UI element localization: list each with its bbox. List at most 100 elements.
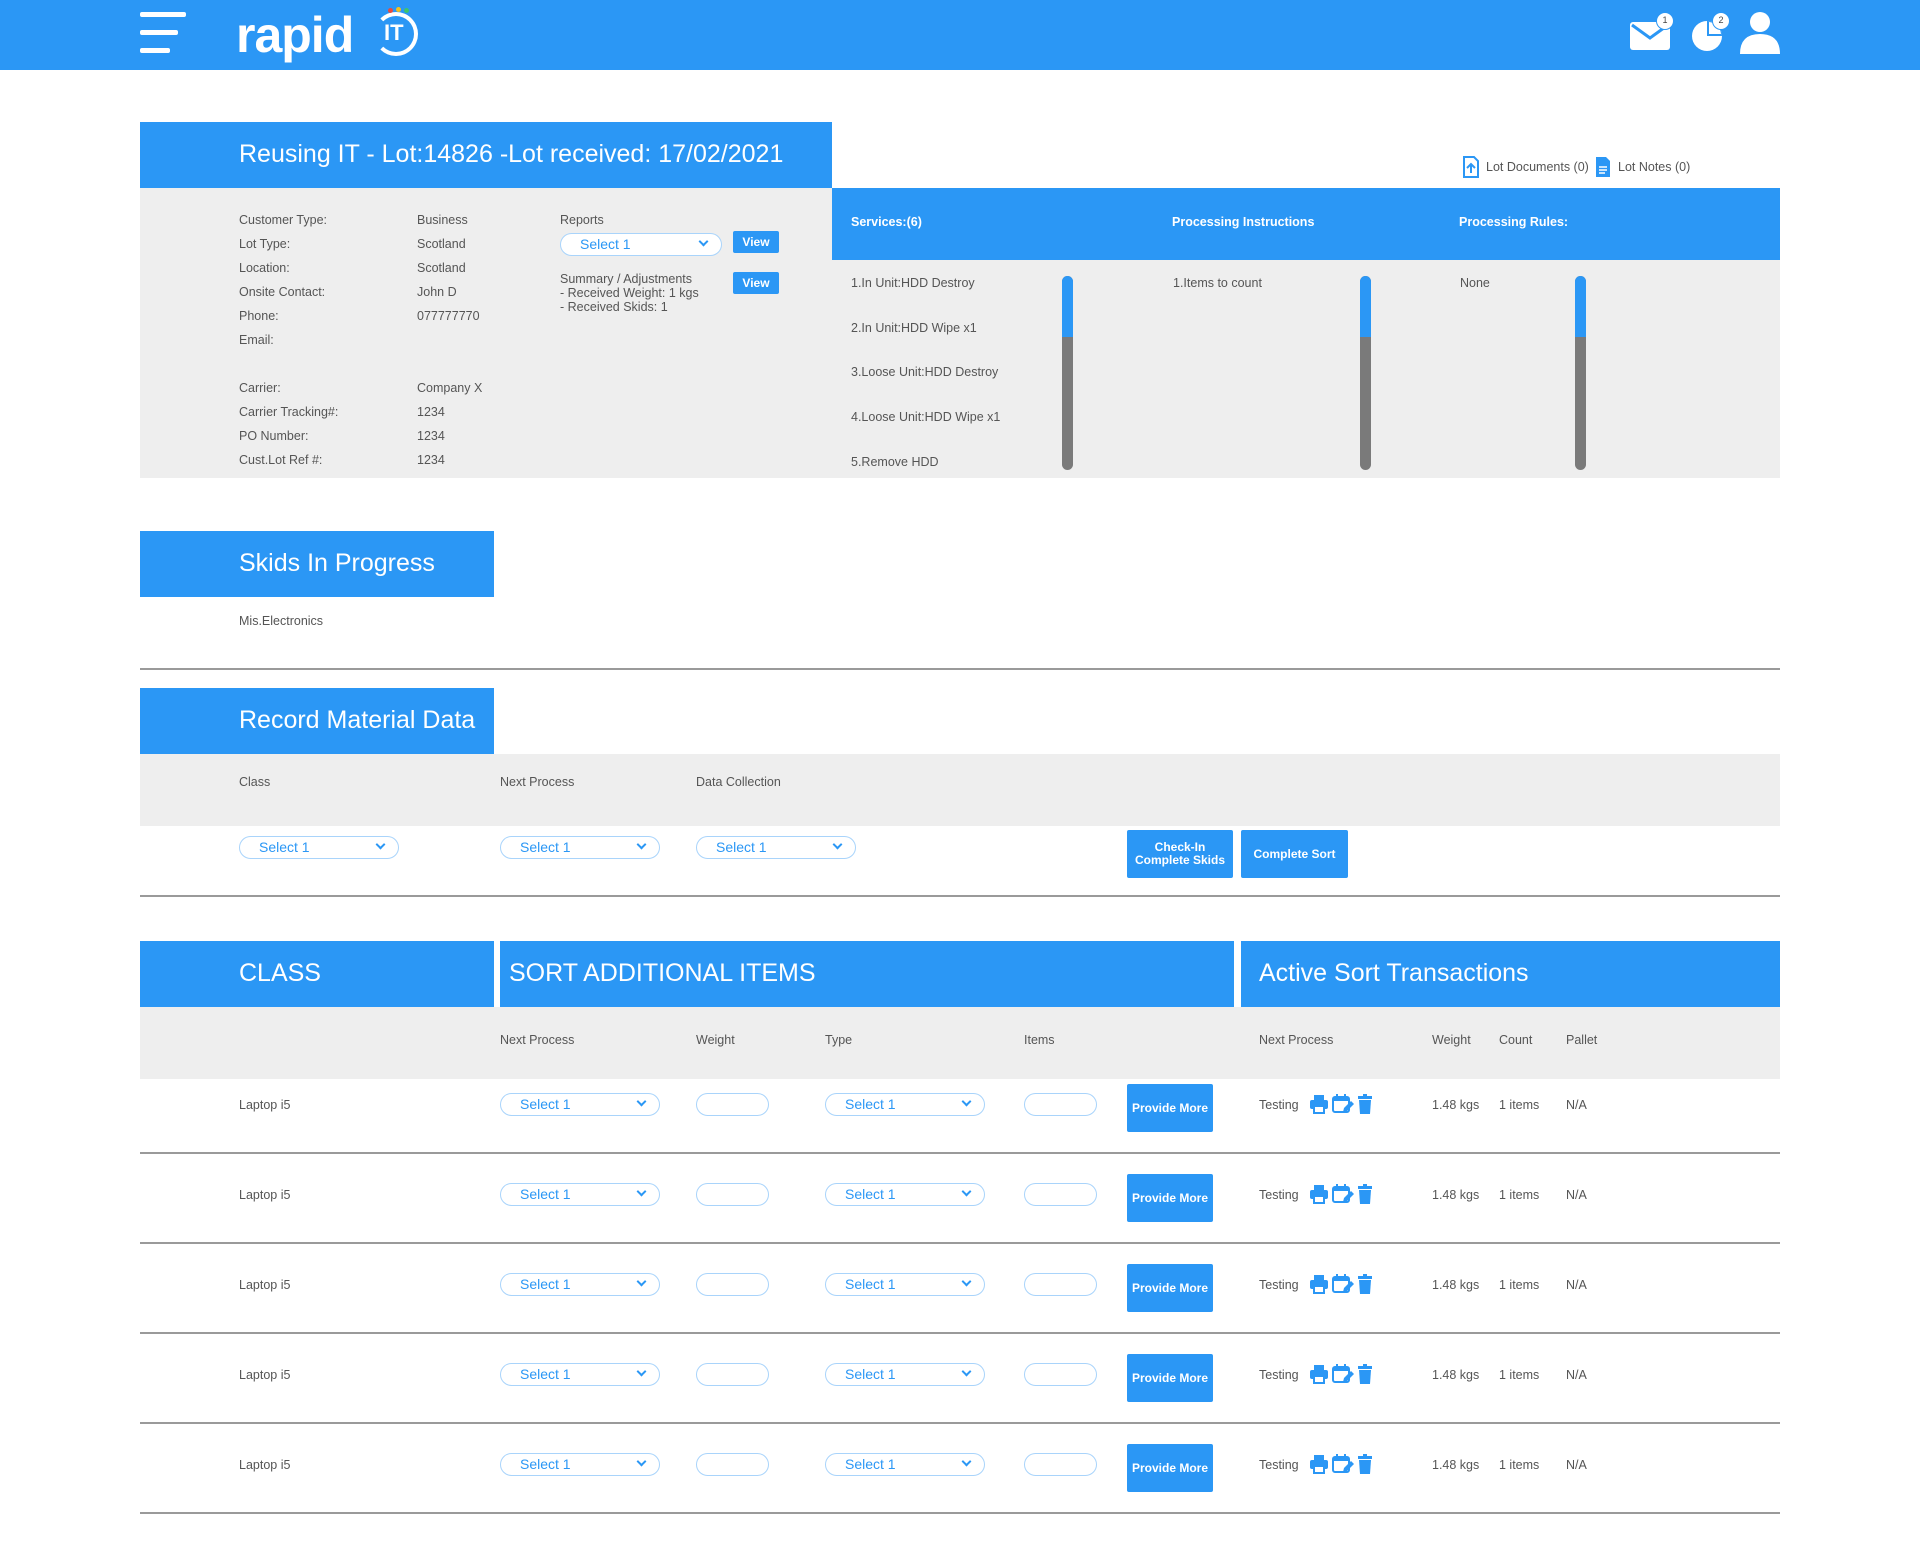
- pie-chart-icon[interactable]: 2: [1690, 12, 1734, 53]
- carrier-value: 1234: [417, 429, 445, 443]
- check-in-complete-skids-button[interactable]: Check-In Complete Skids: [1127, 830, 1233, 878]
- instructions-scroll-thumb[interactable]: [1360, 276, 1371, 337]
- row-count: 1 items: [1499, 1188, 1540, 1202]
- services-scrollbar[interactable]: [1062, 276, 1073, 470]
- provide-more-button[interactable]: Provide More: [1127, 1354, 1213, 1402]
- print-icon[interactable]: [1309, 1454, 1329, 1474]
- row-active-process: Testing: [1259, 1188, 1299, 1202]
- detail-value: John D: [417, 285, 457, 299]
- row-next-process-select[interactable]: Select 1: [500, 1453, 660, 1476]
- carrier-label: Carrier:: [239, 381, 281, 395]
- row-weight-input[interactable]: [696, 1093, 769, 1116]
- provide-more-button[interactable]: Provide More: [1127, 1084, 1213, 1132]
- sort-row: Laptop i5 Select 1 Select 1 Provide More…: [0, 1439, 1920, 1529]
- lot-notes-link[interactable]: Lot Notes (0): [1594, 157, 1690, 177]
- carrier-label: Carrier Tracking#:: [239, 405, 339, 419]
- col-type: Type: [825, 1033, 853, 1047]
- instructions-scrollbar[interactable]: [1360, 276, 1371, 470]
- row-next-process-select[interactable]: Select 1: [500, 1183, 660, 1206]
- services-scroll-thumb[interactable]: [1062, 276, 1073, 337]
- edit-calendar-icon[interactable]: [1332, 1453, 1354, 1475]
- trash-icon[interactable]: [1357, 1454, 1373, 1474]
- col-items: Items: [1024, 1033, 1055, 1047]
- row-pallet: N/A: [1566, 1278, 1587, 1292]
- provide-more-button[interactable]: Provide More: [1127, 1264, 1213, 1312]
- row-type-select[interactable]: Select 1: [825, 1453, 985, 1476]
- instructions-header: Processing Instructions: [1172, 215, 1315, 229]
- print-icon[interactable]: [1309, 1364, 1329, 1384]
- row-divider: [140, 1152, 1780, 1154]
- edit-calendar-icon[interactable]: [1332, 1093, 1354, 1115]
- trash-icon[interactable]: [1357, 1364, 1373, 1384]
- user-profile-icon[interactable]: [1738, 10, 1782, 54]
- data-collection-select[interactable]: Select 1: [696, 836, 856, 859]
- reports-view-button[interactable]: View: [733, 231, 779, 253]
- lot-title: Reusing IT - Lot:14826 -Lot received: 17…: [239, 140, 784, 168]
- row-pallet: N/A: [1566, 1458, 1587, 1472]
- col-pallet: Pallet: [1566, 1033, 1598, 1047]
- detail-value: Scotland: [417, 261, 466, 275]
- row-weight: 1.48 kgs: [1432, 1098, 1480, 1112]
- row-weight: 1.48 kgs: [1432, 1188, 1480, 1202]
- mail-icon[interactable]: 1: [1630, 12, 1674, 52]
- print-icon[interactable]: [1309, 1274, 1329, 1294]
- row-divider: [140, 1332, 1780, 1334]
- print-icon[interactable]: [1309, 1094, 1329, 1114]
- row-weight-input[interactable]: [696, 1273, 769, 1296]
- carrier-value: Company X: [417, 381, 483, 395]
- detail-label: Lot Type:: [239, 237, 291, 251]
- instruction-item: 1.Items to count: [1173, 276, 1262, 290]
- edit-calendar-icon[interactable]: [1332, 1363, 1354, 1385]
- row-weight-input[interactable]: [696, 1453, 769, 1476]
- detail-label: Location:: [239, 261, 290, 275]
- lot-services-header: Services:(6) Processing Instructions Pro…: [832, 188, 1780, 260]
- rules-scrollbar[interactable]: [1575, 276, 1586, 470]
- detail-label: Onsite Contact:: [239, 285, 326, 299]
- row-class: Laptop i5: [239, 1098, 291, 1112]
- rules-scroll-thumb[interactable]: [1575, 276, 1586, 337]
- reports-select[interactable]: Select 1: [560, 233, 722, 256]
- row-type-select[interactable]: Select 1: [825, 1183, 985, 1206]
- edit-calendar-icon[interactable]: [1332, 1183, 1354, 1205]
- summary-weight: - Received Weight: 1 kgs: [560, 286, 699, 300]
- class-title: CLASS: [239, 959, 321, 987]
- hamburger-menu-icon[interactable]: [140, 12, 186, 54]
- provide-more-button[interactable]: Provide More: [1127, 1444, 1213, 1492]
- carrier-label: Cust.Lot Ref #:: [239, 453, 323, 467]
- lot-documents-label: Lot Documents (0): [1486, 160, 1589, 174]
- summary-view-button[interactable]: View: [733, 272, 779, 294]
- record-header-row: Class Next Process Data Collection: [140, 754, 1780, 826]
- row-items-input[interactable]: [1024, 1183, 1097, 1206]
- class-select[interactable]: Select 1: [239, 836, 399, 859]
- detail-label: Phone:: [239, 309, 279, 323]
- skid-item[interactable]: Mis.Electronics: [239, 614, 323, 628]
- summary-title: Summary / Adjustments: [560, 272, 692, 286]
- complete-sort-button[interactable]: Complete Sort: [1241, 830, 1348, 878]
- print-icon[interactable]: [1309, 1184, 1329, 1204]
- row-type-select[interactable]: Select 1: [825, 1093, 985, 1116]
- provide-more-button[interactable]: Provide More: [1127, 1174, 1213, 1222]
- trash-icon[interactable]: [1357, 1094, 1373, 1114]
- edit-calendar-icon[interactable]: [1332, 1273, 1354, 1295]
- row-active-process: Testing: [1259, 1098, 1299, 1112]
- row-weight-input[interactable]: [696, 1363, 769, 1386]
- row-next-process-select[interactable]: Select 1: [500, 1273, 660, 1296]
- row-items-input[interactable]: [1024, 1453, 1097, 1476]
- row-items-input[interactable]: [1024, 1363, 1097, 1386]
- next-process-select[interactable]: Select 1: [500, 836, 660, 859]
- row-type-select[interactable]: Select 1: [825, 1363, 985, 1386]
- trash-icon[interactable]: [1357, 1184, 1373, 1204]
- row-class: Laptop i5: [239, 1368, 291, 1382]
- record-title: Record Material Data: [239, 706, 476, 734]
- detail-label: Email:: [239, 333, 274, 347]
- row-next-process-select[interactable]: Select 1: [500, 1363, 660, 1386]
- row-next-process-select[interactable]: Select 1: [500, 1093, 660, 1116]
- row-active-process: Testing: [1259, 1368, 1299, 1382]
- row-weight-input[interactable]: [696, 1183, 769, 1206]
- trash-icon[interactable]: [1357, 1274, 1373, 1294]
- row-items-input[interactable]: [1024, 1273, 1097, 1296]
- app-logo: rapid IT: [236, 2, 436, 66]
- lot-documents-link[interactable]: Lot Documents (0): [1462, 156, 1589, 178]
- row-items-input[interactable]: [1024, 1093, 1097, 1116]
- row-type-select[interactable]: Select 1: [825, 1273, 985, 1296]
